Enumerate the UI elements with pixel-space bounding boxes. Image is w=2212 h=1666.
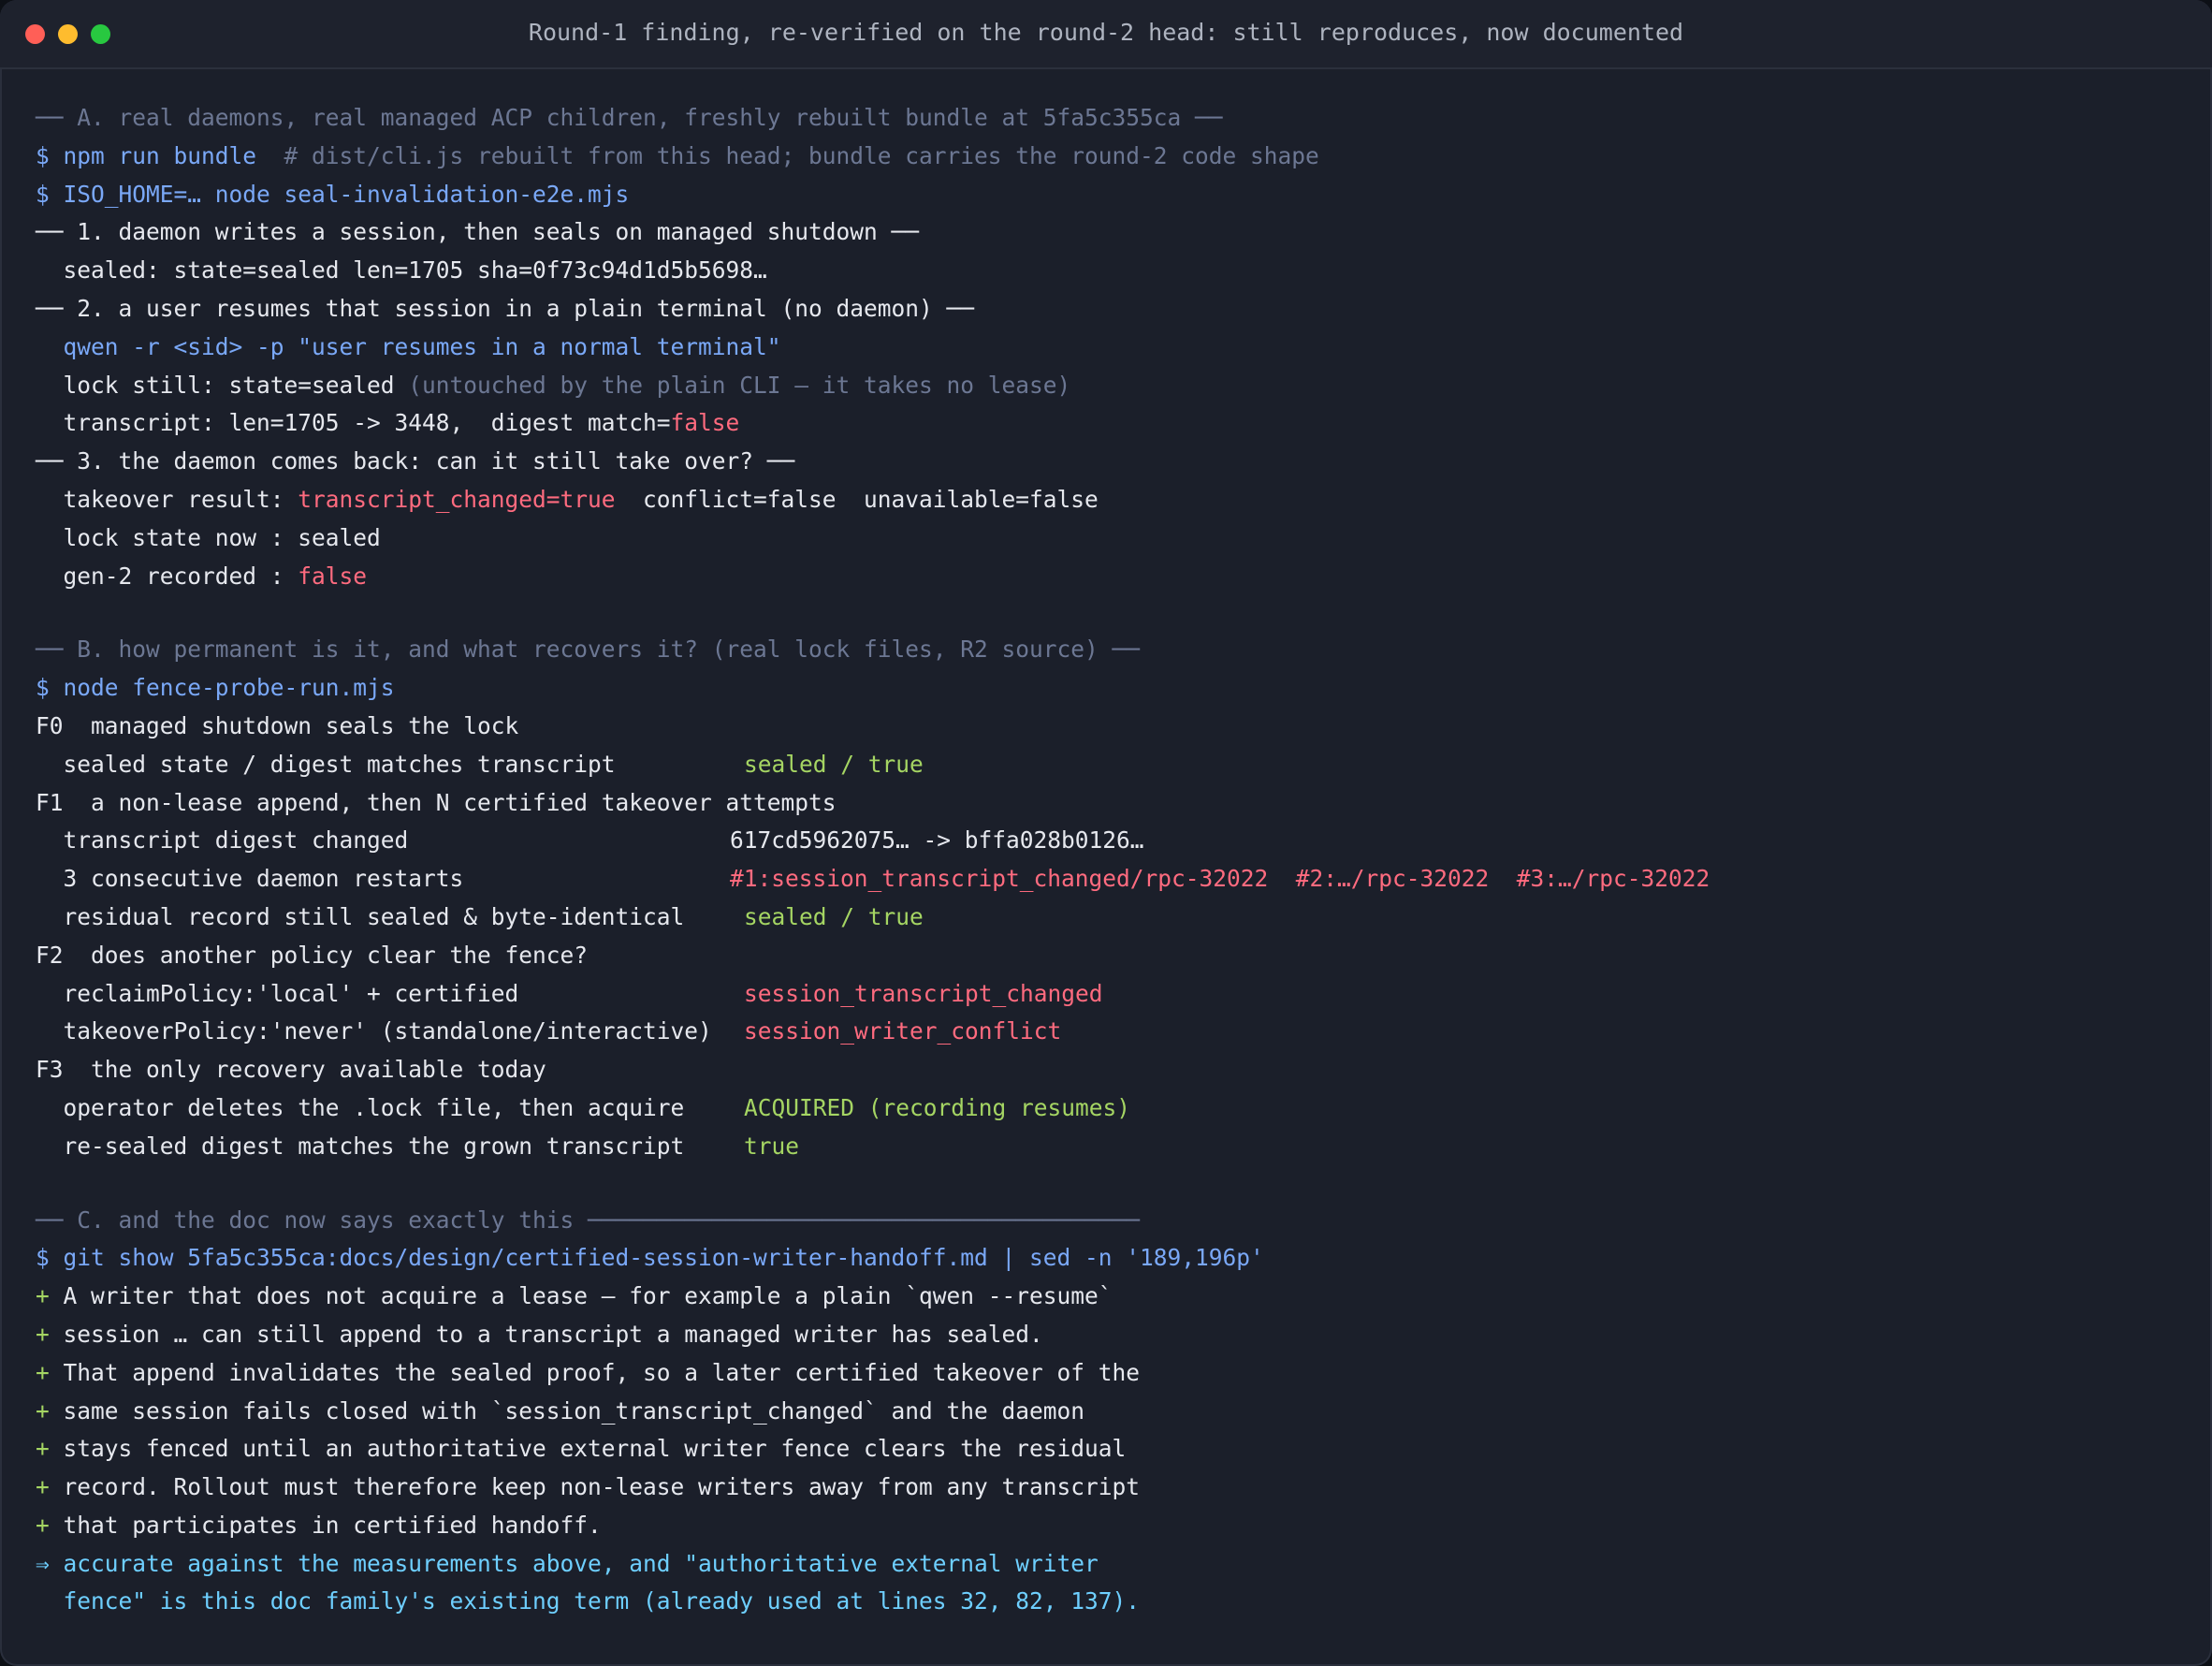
command-line: $ git show 5fa5c355ca:docs/design/certif… xyxy=(36,1244,1264,1272)
diff-text: record. Rollout must therefore keep non-… xyxy=(49,1473,1141,1501)
diff-plus-marker: + xyxy=(36,1396,50,1425)
command-line: $ npm run bundle # dist/cli.js rebuilt f… xyxy=(36,138,2193,176)
finding-header: F0 managed shutdown seals the lock xyxy=(36,711,519,739)
diff-plus-marker: + xyxy=(36,1435,50,1463)
finding-label: operator deletes the .lock file, then ac… xyxy=(36,1093,685,1121)
conclusion-line: fence" is this doc family's existing ter… xyxy=(36,1587,1141,1615)
finding-row: takeoverPolicy:'never' (standalone/inter… xyxy=(36,1013,2193,1051)
finding-header: F1 a non-lease append, then N certified … xyxy=(36,788,837,816)
step-header: ── 3. the daemon comes back: can it stil… xyxy=(36,447,795,475)
output-text: gen-2 recorded : xyxy=(36,562,298,590)
diff-line: + that participates in certified handoff… xyxy=(36,1507,2193,1545)
output-note: (untouched by the plain CLI — it takes n… xyxy=(408,371,1071,399)
finding-label: residual record still sealed & byte-iden… xyxy=(36,902,685,930)
step-header: ── 2. a user resumes that session in a p… xyxy=(36,294,975,322)
finding-row: reclaimPolicy:'local' + certified session… xyxy=(36,975,2193,1014)
finding-header: F2 does another policy clear the fence? xyxy=(36,941,589,969)
finding-label: reclaimPolicy:'local' + certified xyxy=(36,979,519,1007)
window-title: Round-1 finding, re-verified on the roun… xyxy=(528,19,1684,46)
output-value: transcript_changed=true xyxy=(298,485,616,513)
conclusion-line: ⇒ accurate against the measurements abov… xyxy=(36,1549,1099,1577)
diff-line: + record. Rollout must therefore keep no… xyxy=(36,1469,2193,1507)
diff-text: stays fenced until an authoritative exte… xyxy=(49,1435,1127,1463)
terminal-output[interactable]: ── A. real daemons, real managed ACP chi… xyxy=(36,99,2193,1621)
finding-value: sealed / true xyxy=(744,750,924,778)
section-c-header: ── C. and the doc now says exactly this … xyxy=(36,1206,1141,1234)
finding-value: #1:session_transcript_changed/rpc-32022 … xyxy=(730,865,1710,893)
output-line: lock state now : sealed xyxy=(36,523,381,551)
finding-row: operator deletes the .lock file, then ac… xyxy=(36,1089,2193,1128)
output-value: false xyxy=(670,409,740,437)
output-text: lock still: state=sealed xyxy=(36,371,409,399)
diff-text: A writer that does not acquire a lease —… xyxy=(49,1282,1113,1310)
output-line: gen-2 recorded : false xyxy=(36,558,2193,596)
diff-plus-marker: + xyxy=(36,1358,50,1386)
finding-row: re-sealed digest matches the grown trans… xyxy=(36,1128,2193,1166)
finding-row: 3 consecutive daemon restarts #1:session_… xyxy=(36,860,2193,899)
finding-value: sealed / true xyxy=(744,902,924,930)
diff-line: + same session fails closed with `sessio… xyxy=(36,1393,2193,1431)
output-text: takeover result: xyxy=(36,485,298,513)
output-line: takeover result: transcript_changed=true… xyxy=(36,481,2193,519)
output-line: lock still: state=sealed (untouched by t… xyxy=(36,367,2193,405)
diff-line: + A writer that does not acquire a lease… xyxy=(36,1278,2193,1316)
diff-plus-marker: + xyxy=(36,1320,50,1348)
section-b-header: ── B. how permanent is it, and what reco… xyxy=(36,636,1141,664)
command-text: $ npm run bundle xyxy=(36,141,257,169)
finding-label: takeoverPolicy:'never' (standalone/inter… xyxy=(36,1017,712,1045)
command-line: $ ISO_HOME=… node seal-invalidation-e2e.… xyxy=(36,180,630,208)
diff-line: + session … can still append to a transc… xyxy=(36,1316,2193,1354)
output-line: sealed: state=sealed len=1705 sha=0f73c9… xyxy=(36,256,767,285)
output-line: qwen -r <sid> -p "user resumes in a norm… xyxy=(36,332,781,360)
command-line: $ node fence-probe-run.mjs xyxy=(36,674,395,702)
diff-text: same session fails closed with `session_… xyxy=(49,1396,1085,1425)
finding-label: transcript digest changed xyxy=(36,826,409,855)
finding-row: transcript digest changed 617cd5962075… -… xyxy=(36,822,2193,860)
finding-label: sealed state / digest matches transcript xyxy=(36,750,616,778)
step-header: ── 1. daemon writes a session, then seal… xyxy=(36,218,920,246)
title-bar: Round-1 finding, re-verified on the roun… xyxy=(0,0,2212,69)
finding-label: re-sealed digest matches the grown trans… xyxy=(36,1132,685,1160)
output-line: transcript: len=1705 -> 3448, digest mat… xyxy=(36,404,2193,443)
finding-row: sealed state / digest matches transcript… xyxy=(36,746,2193,784)
diff-text: that participates in certified handoff. xyxy=(49,1511,602,1539)
diff-line: + stays fenced until an authoritative ex… xyxy=(36,1430,2193,1469)
finding-value: 617cd5962075… -> bffa028b0126… xyxy=(730,826,1144,855)
finding-row: residual record still sealed & byte-iden… xyxy=(36,899,2193,937)
finding-value: true xyxy=(744,1132,800,1160)
output-value: false xyxy=(298,562,368,590)
output-text: transcript: len=1705 -> 3448, digest mat… xyxy=(36,409,671,437)
diff-text: session … can still append to a transcri… xyxy=(49,1320,1043,1348)
diff-text: That append invalidates the sealed proof… xyxy=(49,1358,1141,1386)
diff-plus-marker: + xyxy=(36,1282,50,1310)
terminal-window: Round-1 finding, re-verified on the roun… xyxy=(0,0,2212,1666)
section-a-header: ── A. real daemons, real managed ACP chi… xyxy=(36,104,1223,131)
finding-header: F3 the only recovery available today xyxy=(36,1056,546,1084)
diff-line: + That append invalidates the sealed pro… xyxy=(36,1354,2193,1393)
finding-value: session_transcript_changed xyxy=(744,979,1103,1007)
output-text: conflict=false unavailable=false xyxy=(615,485,1099,513)
diff-plus-marker: + xyxy=(36,1473,50,1501)
command-comment: # dist/cli.js rebuilt from this head; bu… xyxy=(256,141,1319,169)
finding-value: ACQUIRED (recording resumes) xyxy=(744,1093,1131,1121)
diff-plus-marker: + xyxy=(36,1511,50,1539)
finding-label: 3 consecutive daemon restarts xyxy=(36,865,464,893)
finding-value: session_writer_conflict xyxy=(744,1017,1062,1045)
